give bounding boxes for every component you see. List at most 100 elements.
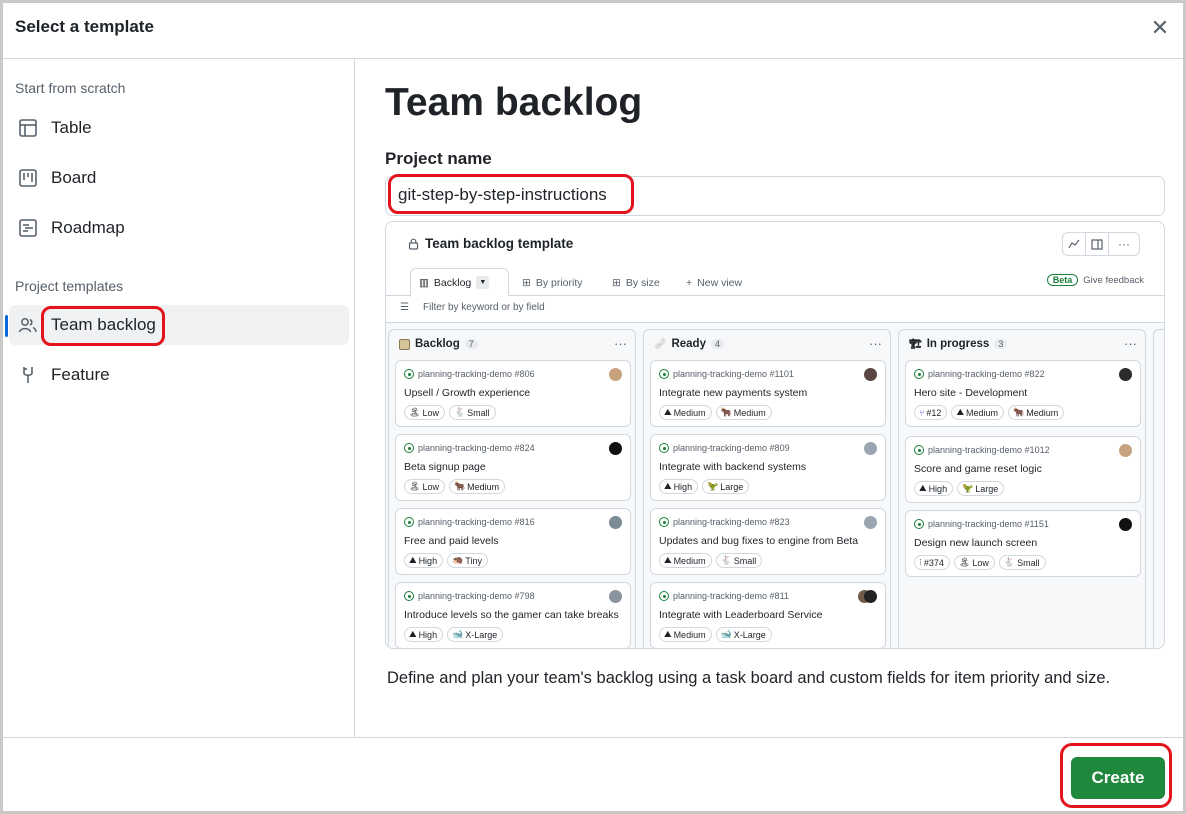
sidebar-item-board[interactable]: Board (9, 158, 349, 198)
board-card[interactable]: planning-tracking-demo #809 Integrate wi… (650, 434, 886, 501)
avatar (864, 590, 877, 603)
roadmap-icon (17, 218, 39, 238)
card-title: Free and paid levels (404, 535, 499, 547)
tab-by-size[interactable]: ⊞ By size (604, 268, 668, 297)
tab-label: New view (697, 276, 743, 289)
priority-tag: ⛰ Medium (659, 627, 712, 642)
board-card[interactable]: planning-tracking-demo #823 Updates and … (650, 508, 886, 575)
open-issue-icon (914, 445, 924, 455)
close-icon[interactable]: ✕ (1147, 15, 1173, 41)
tab-backlog[interactable]: ▥ Backlog ▼ (410, 268, 509, 297)
card-title: Upsell / Growth experience (404, 387, 531, 399)
give-feedback-link[interactable]: Give feedback (1083, 275, 1144, 286)
board: Backlog 7 ··· planning-tracking-demo #80… (386, 322, 1164, 648)
pull-request-tag: ⁝ #374 (914, 555, 950, 570)
card-ref: planning-tracking-demo #811 (659, 591, 789, 601)
priority-tag: 🏝 Low (404, 405, 445, 420)
board-card[interactable]: planning-tracking-demo #811 Integrate wi… (650, 582, 886, 648)
priority-tag: ⛰ High (659, 479, 699, 494)
more-icon[interactable]: ··· (1124, 336, 1137, 351)
layout-icon[interactable] (1086, 233, 1109, 255)
board-card[interactable]: planning-tracking-demo #1101 Integrate n… (650, 360, 886, 427)
card-ref: planning-tracking-demo #798 (404, 591, 535, 601)
preview-title-text: Team backlog template (425, 236, 574, 251)
size-tag: 🐋 X-Large (715, 627, 772, 642)
card-title: Integrate with backend systems (659, 461, 807, 473)
lock-icon (408, 238, 419, 250)
open-issue-icon (914, 369, 924, 379)
sidebar-item-label: Table (51, 118, 92, 137)
beta-badge: Beta (1046, 274, 1079, 286)
sidebar-item-table[interactable]: Table (9, 108, 349, 148)
board-card[interactable]: planning-tracking-demo #1151 Design new … (905, 510, 1141, 577)
board-card[interactable]: planning-tracking-demo #822 Hero site - … (905, 360, 1141, 427)
filter-input[interactable]: Filter by keyword or by field (423, 302, 545, 313)
tab-label: By size (625, 276, 660, 289)
card-title: Score and game reset logic (914, 463, 1042, 475)
card-ref: planning-tracking-demo #1151 (914, 519, 1049, 529)
avatar (1119, 368, 1132, 381)
insights-icon[interactable] (1063, 233, 1086, 255)
board-column-backlog: Backlog 7 ··· planning-tracking-demo #80… (388, 329, 636, 648)
card-title: Integrate new payments system (659, 387, 808, 399)
dialog-title: Select a template (15, 17, 154, 36)
more-icon[interactable]: ··· (614, 336, 627, 351)
project-name-field[interactable] (385, 174, 1165, 216)
size-tag: 🦖 Large (702, 479, 750, 494)
tab-label: Backlog (433, 276, 472, 289)
board-card[interactable]: planning-tracking-demo #1012 Score and g… (905, 436, 1141, 503)
size-tag: 🦖 Large (957, 481, 1005, 496)
board-card[interactable]: planning-tracking-demo #798 Introduce le… (395, 582, 631, 648)
column-count: 3 (994, 339, 1008, 349)
card-title: Integrate with Leaderboard Service (659, 609, 823, 621)
size-tag: 🦔 Tiny (447, 553, 488, 568)
size-tag: 🐇 Small (448, 405, 496, 420)
sidebar-item-team-backlog[interactable]: Team backlog (5, 305, 349, 346)
card-ref: planning-tracking-demo #809 (659, 443, 790, 453)
column-header: Backlog 7 (399, 338, 478, 350)
feature-icon (17, 365, 39, 385)
column-title: Ready (671, 338, 706, 350)
open-issue-icon (659, 369, 669, 379)
card-title: Hero site - Development (914, 387, 1028, 399)
priority-tag: 🏝 Low (953, 555, 995, 570)
more-icon[interactable]: ··· (1109, 233, 1139, 255)
card-ref: planning-tracking-demo #823 (659, 517, 790, 527)
open-issue-icon (404, 591, 414, 601)
filter-icon: ☰ (400, 302, 409, 313)
sidebar-item-label: Roadmap (51, 218, 125, 237)
board-card[interactable]: planning-tracking-demo #806 Upsell / Gro… (395, 360, 631, 427)
card-title: Beta signup page (404, 461, 486, 473)
create-button[interactable]: Create (1071, 757, 1165, 799)
preview-title: Team backlog template (408, 236, 573, 251)
column-count: 7 (464, 339, 478, 349)
table-icon: ⊞ (522, 276, 531, 289)
dialog-footer (3, 737, 1183, 811)
board-column-partial (1153, 329, 1164, 648)
more-icon[interactable]: ··· (869, 336, 882, 351)
chevron-down-icon[interactable]: ▼ (476, 276, 490, 289)
avatar (609, 590, 622, 603)
column-title: In progress (926, 338, 990, 350)
people-icon (17, 315, 39, 335)
open-issue-icon (404, 443, 414, 453)
card-ref: planning-tracking-demo #1012 (914, 445, 1050, 455)
board-card[interactable]: planning-tracking-demo #816 Free and pai… (395, 508, 631, 575)
card-ref: planning-tracking-demo #816 (404, 517, 535, 527)
tab-new-view[interactable]: + New view (678, 268, 750, 297)
sidebar-item-roadmap[interactable]: Roadmap (9, 208, 349, 248)
card-title: Introduce levels so the gamer can take b… (404, 609, 619, 621)
card-ref: planning-tracking-demo #822 (914, 369, 1045, 379)
filter-bar[interactable]: ☰ Filter by keyword or by field (400, 302, 545, 313)
avatar (609, 368, 622, 381)
board-card[interactable]: planning-tracking-demo #824 Beta signup … (395, 434, 631, 501)
open-issue-icon (659, 517, 669, 527)
size-tag: 🐇 Small (715, 553, 763, 568)
open-issue-icon (404, 369, 414, 379)
card-title: Updates and bug fixes to engine from Bet… (659, 535, 859, 547)
sidebar-item-feature[interactable]: Feature (9, 355, 349, 395)
tab-by-priority[interactable]: ⊞ By priority (514, 268, 591, 297)
size-tag: 🐇 Small (998, 555, 1046, 570)
size-tag: 🐂 Medium (715, 405, 772, 420)
project-name-label: Project name (385, 149, 492, 168)
